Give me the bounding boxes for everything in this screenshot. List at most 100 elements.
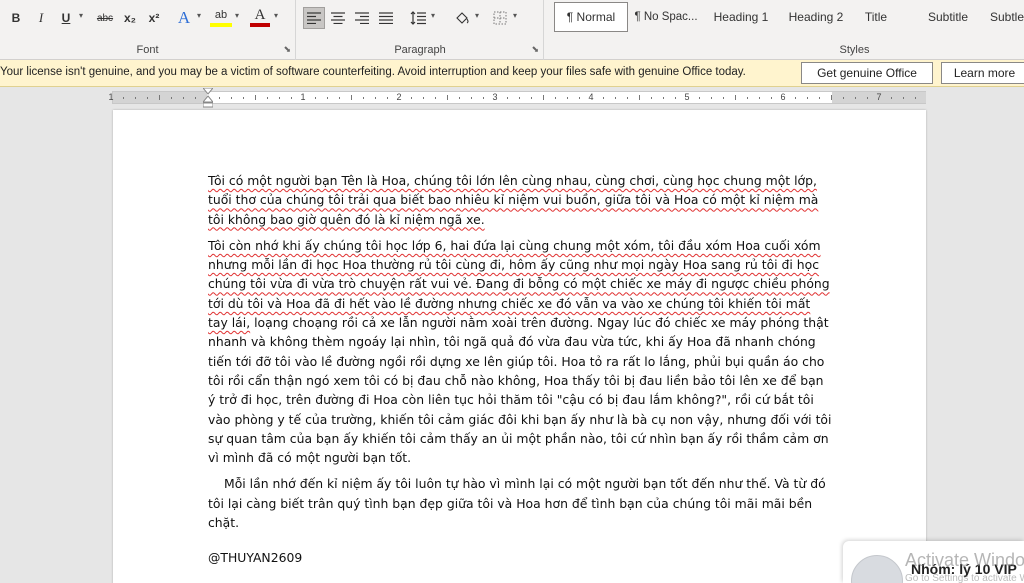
justify-icon [379,12,393,24]
ruler-tick [447,95,448,100]
ruler-tick [915,97,916,99]
ruler-tick [855,97,856,99]
style-no-spacing[interactable]: ¶ No Spac... [629,2,703,32]
get-genuine-office-button[interactable]: Get genuine Office [801,62,933,84]
font-color-label: A [254,6,266,23]
ruler-tick [135,97,136,99]
ruler-tick [759,97,760,99]
ruler-number: 2 [396,92,402,102]
ruler-tick [267,97,268,99]
ruler-tick [651,97,652,99]
ruler-tick [483,97,484,99]
style-heading-1[interactable]: Heading 1 [704,2,778,32]
ruler-tick [471,97,472,99]
document-page[interactable]: Tôi có một người bạn Tên là Hoa, chúng t… [113,110,926,583]
ruler-tick [375,97,376,99]
ruler-tick [771,97,772,99]
ruler-tick [243,97,244,99]
signature-text[interactable]: @THUYAN2609 [208,550,302,565]
ruler-tick [423,97,424,99]
paragraph-1[interactable]: Tôi có một người bạn Tên là Hoa, chúng t… [208,171,833,229]
ruler-tick [579,97,580,99]
ruler-number: 1 [300,92,306,102]
paragraph-2[interactable]: Tôi còn nhớ khi ấy chúng tôi học lớp 6, … [208,236,833,468]
style-subtle[interactable]: Subtle [971,2,1024,32]
highlight-label: ab [214,9,228,21]
font-dialog-launcher-icon[interactable]: ⬊ [283,45,291,55]
paint-bucket-icon [456,11,469,24]
ruler-tick [663,97,664,99]
line-spacing-button[interactable] [407,7,429,29]
indent-marker-icon[interactable] [203,88,213,108]
align-center-button[interactable] [327,7,349,29]
activate-windows-watermark: Activate Windows [905,550,1024,570]
ruler-tick [531,97,532,99]
ruler-number: 4 [588,92,594,102]
text-effects-dropdown-icon[interactable]: ▾ [197,11,201,20]
style-normal[interactable]: ¶ Normal [554,2,628,32]
paragraph-dialog-launcher-icon[interactable]: ⬊ [531,45,539,55]
learn-more-button[interactable]: Learn more [941,62,1024,84]
ruler-tick [867,97,868,99]
license-notification-bar: Your license isn't genuine, and you may … [0,60,1024,87]
highlight-dropdown-icon[interactable]: ▾ [235,11,239,20]
shading-dropdown-icon[interactable]: ▾ [475,11,479,20]
horizontal-ruler[interactable]: 1 1 2 3 4 5 6 7 [0,87,1024,109]
ruler-tick [603,97,604,99]
bold-button[interactable]: B [6,7,26,29]
ruler-tick [171,97,172,99]
ruler-tick [735,95,736,100]
shading-button[interactable] [451,7,473,29]
ruler-tick [435,97,436,99]
italic-button[interactable]: I [31,7,51,29]
ruler-tick [123,97,124,99]
license-message: Your license isn't genuine, and you may … [0,66,746,78]
ruler-tick [411,97,412,99]
ruler-tick [891,97,892,99]
underline-button[interactable]: U [56,7,76,29]
line-spacing-dropdown-icon[interactable]: ▾ [431,11,435,20]
font-group: B I U ▾ abc x₂ x² A ▾ ab ▾ A ▾ Font ⬊ [0,0,296,60]
borders-dropdown-icon[interactable]: ▾ [513,11,517,20]
document-body[interactable]: Tôi có một người bạn Tên là Hoa, chúng t… [208,171,833,539]
ruler-tick [699,97,700,99]
styles-group: ¶ Normal ¶ No Spac... Heading 1 Heading … [545,0,1024,60]
style-title[interactable]: Title [839,2,913,32]
ruler-tick [747,97,748,99]
align-left-button[interactable] [303,7,325,29]
align-right-button[interactable] [351,7,373,29]
paragraph-group-label: Paragraph [394,44,446,56]
paragraph-2-text: loạng choạng rồi cả xe lẫn người nằm xoà… [208,315,832,466]
ruler-tick [315,97,316,99]
line-spacing-icon [410,11,426,25]
ruler-tick [543,95,544,100]
styles-group-label: Styles [839,44,870,56]
ruler-tick [219,97,220,99]
ruler-tick [339,97,340,99]
justify-button[interactable] [375,7,397,29]
ruler-tick [279,97,280,99]
borders-button[interactable] [489,7,511,29]
ruler-number: 3 [492,92,498,102]
ruler-tick [831,95,832,100]
ruler-tick [639,95,640,100]
text-effects-button[interactable]: A [174,7,194,29]
underline-dropdown-icon[interactable]: ▾ [79,11,83,20]
ruler-tick [843,97,844,99]
ruler-tick [627,97,628,99]
ruler-tick [711,97,712,99]
paragraph-group: ▾ ▾ ▾ Paragraph ⬊ [297,0,544,60]
ruler-tick [231,97,232,99]
activate-windows-subtitle: Go to Settings to activate Windows. [905,573,1024,583]
subscript-button[interactable]: x₂ [120,7,140,29]
ruler-tick [159,95,160,100]
font-color-button[interactable]: A [250,7,270,27]
ruler-bar: 1 1 2 3 4 5 6 7 [108,91,926,104]
highlight-button[interactable]: ab [210,7,232,27]
font-color-dropdown-icon[interactable]: ▾ [274,11,278,20]
paragraph-3[interactable]: Mỗi lần nhớ đến kỉ niệm ấy tôi luôn tự h… [208,474,833,532]
strikethrough-button[interactable]: abc [93,7,117,29]
ruler-number: 6 [780,92,786,102]
ruler-tick [387,97,388,99]
superscript-button[interactable]: x² [144,7,164,29]
